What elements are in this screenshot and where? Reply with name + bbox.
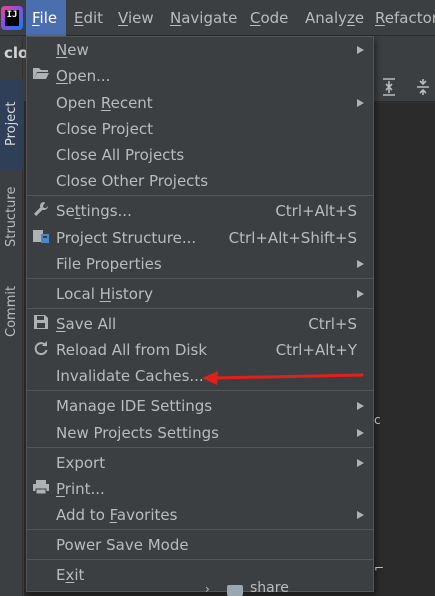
background-fragment: c: [374, 413, 381, 427]
menu-item-print[interactable]: Print...: [27, 476, 373, 502]
expand-all-icon[interactable]: [380, 78, 398, 98]
menu-item-close-project[interactable]: Close Project: [27, 116, 373, 142]
tab-commit[interactable]: Commit: [0, 271, 23, 351]
tab-structure[interactable]: Structure: [0, 167, 23, 267]
menu-file[interactable]: File: [26, 0, 66, 36]
menu-item-file-properties[interactable]: File Properties: [27, 251, 373, 277]
submenu-arrow-icon: [357, 260, 364, 268]
file-menu-dropdown: New Open... Open Recent Close Project Cl…: [26, 36, 374, 592]
submenu-arrow-icon: [357, 290, 364, 298]
menu-item-power-save-mode[interactable]: Power Save Mode: [27, 532, 373, 558]
menu-separator: [27, 278, 373, 279]
menu-item-add-to-favorites[interactable]: Add to Favorites: [27, 502, 373, 528]
main-menu-bar: IJ File Edit View Navigate Code Analyze …: [0, 0, 435, 36]
tab-project[interactable]: Project: [0, 79, 23, 169]
menu-separator: [27, 447, 373, 448]
menu-item-export[interactable]: Export: [27, 450, 373, 476]
menu-analyze[interactable]: Analyze: [305, 0, 364, 36]
chevron-right-icon: ›: [205, 582, 210, 596]
folder-open-icon: [31, 66, 51, 86]
panel-title: clo: [4, 44, 29, 62]
menu-separator: [27, 559, 373, 560]
print-icon: [31, 479, 51, 499]
menu-item-reload-all[interactable]: Reload All from Disk Ctrl+Alt+Y: [27, 337, 373, 363]
menu-separator: [27, 308, 373, 309]
wrench-icon: [31, 201, 51, 221]
menu-separator: [27, 529, 373, 530]
menu-navigate[interactable]: Navigate: [170, 0, 237, 36]
intellij-logo-icon: IJ: [1, 6, 23, 30]
menu-item-close-all-projects[interactable]: Close All Projects: [27, 142, 373, 168]
annotation-arrow: [202, 371, 364, 385]
reload-icon: [31, 340, 51, 360]
menu-item-exit[interactable]: Exit: [27, 562, 373, 588]
submenu-arrow-icon: [357, 511, 364, 519]
save-icon: [31, 314, 51, 334]
menu-separator: [27, 195, 373, 196]
menu-edit[interactable]: Edit: [74, 0, 103, 36]
submenu-arrow-icon: [357, 99, 364, 107]
menu-view[interactable]: View: [118, 0, 154, 36]
menu-separator: [27, 390, 373, 391]
left-tool-strip: Project Structure Commit: [0, 37, 23, 596]
menu-item-settings[interactable]: Settings... Ctrl+Alt+S: [27, 198, 373, 224]
collapse-all-icon[interactable]: [414, 78, 432, 98]
menu-item-open-recent[interactable]: Open Recent: [27, 90, 373, 116]
menu-item-new-projects-settings[interactable]: New Projects Settings: [27, 420, 373, 446]
menu-refactor[interactable]: Refactor: [375, 0, 435, 36]
submenu-arrow-icon: [357, 402, 364, 410]
submenu-arrow-icon: [357, 46, 364, 54]
menu-item-local-history[interactable]: Local History: [27, 281, 373, 307]
menu-file-rest: ile: [39, 9, 58, 27]
submenu-arrow-icon: [357, 429, 364, 437]
panel-divider: [372, 102, 435, 103]
background-fragment: ⌐: [374, 561, 385, 575]
menu-item-open[interactable]: Open...: [27, 63, 373, 89]
folder-icon: [227, 585, 243, 596]
menu-item-manage-ide-settings[interactable]: Manage IDE Settings: [27, 393, 373, 419]
menu-code[interactable]: Code: [250, 0, 288, 36]
menu-item-project-structure[interactable]: Project Structure... Ctrl+Alt+Shift+S: [27, 225, 373, 251]
menu-item-new[interactable]: New: [27, 37, 373, 63]
menu-item-close-other-projects[interactable]: Close Other Projects: [27, 168, 373, 194]
project-structure-icon: [31, 228, 51, 248]
menu-item-save-all[interactable]: Save All Ctrl+S: [27, 311, 373, 337]
submenu-arrow-icon: [357, 459, 364, 467]
